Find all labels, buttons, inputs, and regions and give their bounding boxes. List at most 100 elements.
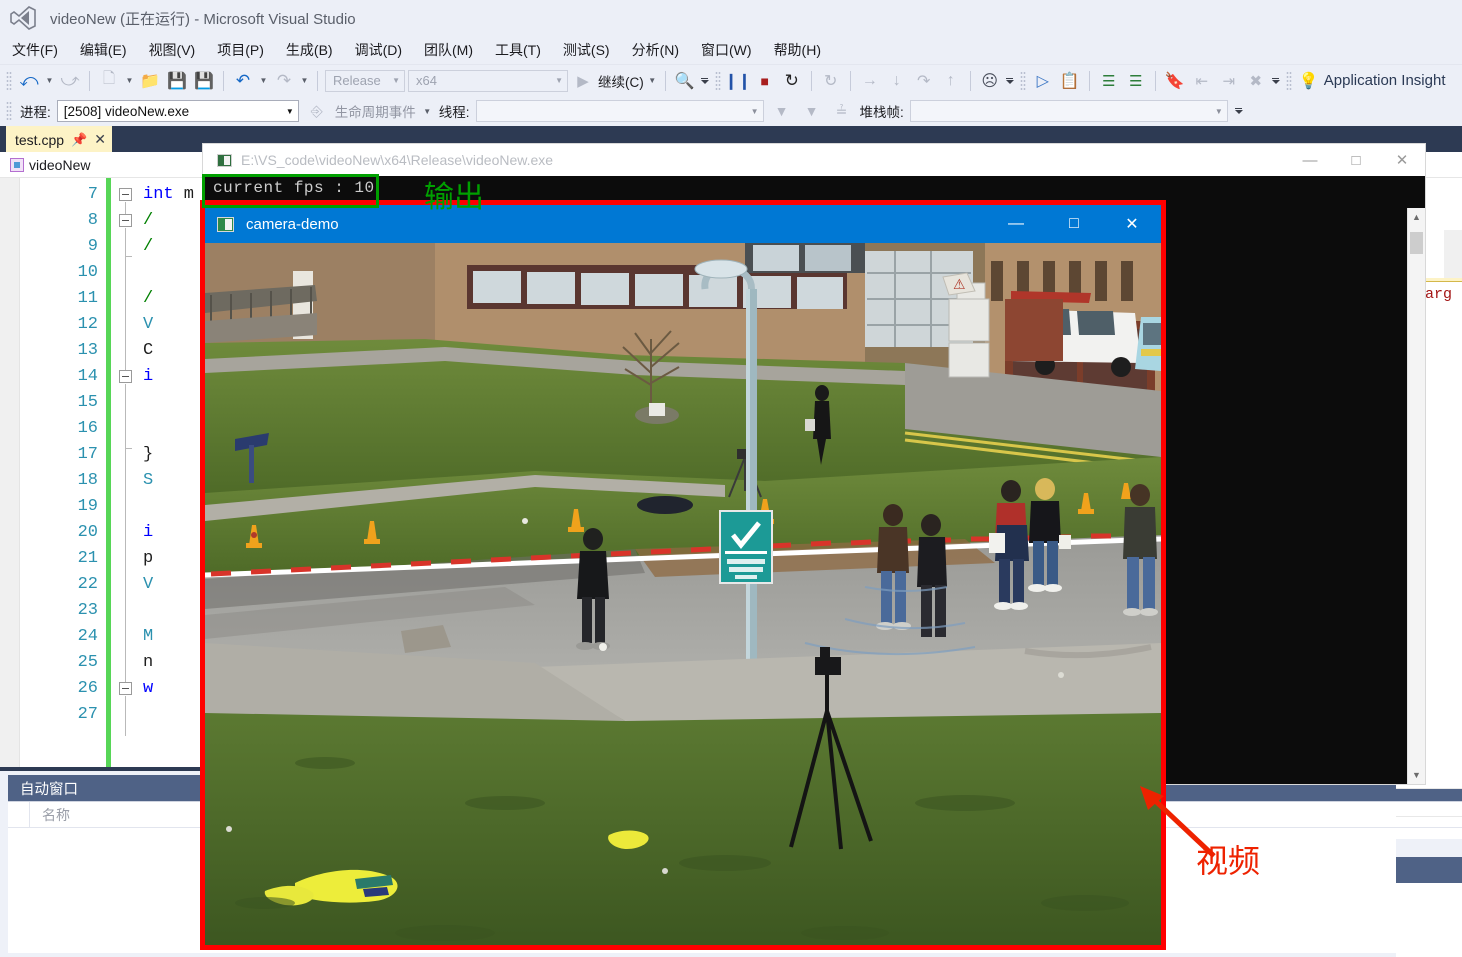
open-file-icon[interactable]: 📁 — [138, 69, 162, 93]
application-insights-label[interactable]: Application Insight — [1324, 72, 1446, 89]
minimize-icon[interactable]: — — [1287, 144, 1333, 176]
solution-configuration-combo[interactable]: Release ▼ — [325, 69, 405, 92]
menu-item-view[interactable]: 视图(V) — [149, 40, 196, 60]
breakpoints-icon[interactable]: ☹ — [978, 69, 1002, 93]
start-debug-icon[interactable]: ▶ — [571, 69, 595, 93]
toolbar-separator — [969, 70, 971, 91]
navigate-back-dropdown-icon[interactable]: ▼ — [44, 76, 55, 85]
thread-combo[interactable]: ▼ — [475, 100, 764, 122]
lifecycle-dropdown-icon[interactable]: ▼ — [422, 107, 433, 116]
close-icon[interactable]: ✕ — [94, 131, 106, 148]
copy-icon[interactable]: 📋 — [1058, 69, 1082, 93]
refresh-icon: ↻ — [824, 72, 838, 90]
thread-label: 线程: — [438, 105, 470, 120]
minimize-icon[interactable]: — — [987, 205, 1045, 243]
bookmark-icon[interactable]: 🔖 — [1163, 69, 1187, 93]
menu-item-analyze[interactable]: 分析(N) — [632, 40, 679, 60]
new-item-icon[interactable]: 🗋 — [97, 69, 121, 93]
solution-platform-combo[interactable]: x64 ▼ — [408, 69, 568, 92]
toolbar-overflow-icon[interactable] — [1234, 99, 1244, 123]
tab-test-cpp[interactable]: test.cpp 📌 ✕ — [6, 126, 112, 152]
menu-item-file[interactable]: 文件(F) — [12, 40, 58, 60]
undo-icon[interactable]: ↶ — [231, 69, 255, 93]
autos-expander-column — [8, 802, 30, 827]
stackframe-combo[interactable]: ▼ — [909, 100, 1228, 122]
close-icon[interactable]: ✕ — [1103, 205, 1161, 243]
camera-window-controls[interactable]: — □ ✕ — [987, 205, 1161, 243]
maximize-icon[interactable]: □ — [1045, 205, 1103, 243]
stop-icon[interactable]: ■ — [753, 69, 777, 93]
fold-toggle-icon[interactable] — [119, 682, 132, 695]
continue-button-label[interactable]: 继续(C) — [598, 71, 644, 91]
fold-toggle-icon[interactable] — [119, 370, 132, 383]
menu-item-project[interactable]: 项目(P) — [217, 40, 264, 60]
chevron-down-icon: ▼ — [750, 106, 759, 116]
step-up-icon: ↑ — [946, 71, 955, 89]
toolbar-overflow-icon[interactable] — [700, 69, 710, 93]
camera-video-viewport[interactable]: ⚠ — [205, 243, 1161, 945]
scrollbar-thumb[interactable] — [1410, 232, 1423, 254]
menu-item-debug[interactable]: 调试(D) — [355, 40, 402, 60]
undo-dropdown-icon[interactable]: ▼ — [258, 76, 269, 85]
redo-dropdown-icon[interactable]: ▼ — [299, 76, 310, 85]
menu-item-edit[interactable]: 编辑(E) — [80, 40, 127, 60]
clear-bookmarks-icon: ✖ — [1249, 72, 1263, 90]
toolbar-overflow-icon[interactable] — [1005, 69, 1015, 93]
process-combo[interactable]: [2508] videoNew.exe ▼ — [56, 100, 299, 122]
vs-menu-bar[interactable]: 文件(F) 编辑(E) 视图(V) 项目(P) 生成(B) 调试(D) 团队(M… — [0, 36, 1462, 64]
toolbar-grip[interactable] — [1285, 70, 1292, 91]
toolbar-grip[interactable] — [6, 101, 12, 121]
save-icon[interactable]: 💾 — [165, 69, 189, 93]
continue-dropdown-icon[interactable]: ▼ — [647, 76, 658, 85]
menu-item-build[interactable]: 生成(B) — [286, 40, 333, 60]
menu-item-help[interactable]: 帮助(H) — [774, 40, 821, 60]
save-all-icon[interactable]: 💾 — [192, 69, 216, 93]
line-number: 23 — [77, 601, 98, 620]
menu-item-test[interactable]: 测试(S) — [563, 40, 610, 60]
indent-icon[interactable]: ☰ — [1097, 69, 1121, 93]
toolbar-separator — [810, 70, 812, 91]
maximize-icon[interactable]: □ — [1333, 144, 1379, 176]
application-insights-icon[interactable]: 💡 — [1297, 69, 1321, 93]
vs-debug-location-toolbar[interactable]: 进程: [2508] videoNew.exe ▼ ⎆ 生命周期事件 ▼ 线程:… — [0, 96, 1462, 126]
hot-reload-icon[interactable]: 🔍 — [673, 69, 697, 93]
filter-icon: ▼ — [774, 103, 789, 119]
scroll-up-icon[interactable]: ▲ — [1408, 208, 1425, 226]
vs-standard-toolbar[interactable]: ⤺ ▼ ⤻ 🗋 ▼ 📁 💾 💾 ↶ ▼ ↷ ▼ Release ▼ x64 ▼ … — [0, 64, 1462, 96]
restart-icon[interactable]: ↻ — [780, 69, 804, 93]
menu-item-tools[interactable]: 工具(T) — [495, 40, 541, 60]
toolbar-grip[interactable] — [6, 70, 12, 91]
camera-demo-window[interactable]: camera-demo — □ ✕ ⚠ — [200, 200, 1166, 950]
line-number: 14 — [77, 367, 98, 386]
console-title-bar[interactable]: E:\VS_code\videoNew\x64\Release\videoNew… — [203, 144, 1425, 176]
toolbar-grip[interactable] — [714, 70, 721, 91]
lifecycle-events-label[interactable]: 生命周期事件 — [335, 101, 416, 121]
console-window-path: E:\VS_code\videoNew\x64\Release\videoNew… — [241, 152, 554, 168]
console-window-controls[interactable]: — □ ✕ — [1287, 144, 1425, 176]
new-item-dropdown-icon[interactable]: ▼ — [124, 76, 135, 85]
previous-bookmark-icon: ⇤ — [1195, 72, 1209, 90]
toolbar-grip[interactable] — [1019, 70, 1026, 91]
line-number: 10 — [77, 263, 98, 282]
navbar-namespace-label: videoNew — [29, 156, 91, 173]
line-number: 8 — [87, 211, 98, 230]
navbar-namespace[interactable]: videoNew — [0, 157, 90, 173]
camera-title-bar[interactable]: camera-demo — □ ✕ — [205, 205, 1161, 243]
outdent-icon[interactable]: ☰ — [1124, 69, 1148, 93]
toolbar-separator — [1088, 70, 1090, 91]
navigate-forward-icon: ⤻ — [60, 70, 80, 90]
chevron-down-icon: ▼ — [1214, 106, 1223, 116]
select-element-icon[interactable]: ▷ — [1031, 69, 1055, 93]
toolbar-overflow-icon[interactable] — [1271, 69, 1281, 93]
scroll-down-icon[interactable]: ▼ — [1408, 766, 1425, 784]
fold-toggle-icon[interactable] — [119, 188, 132, 201]
fold-toggle-icon[interactable] — [119, 214, 132, 227]
navigate-back-icon[interactable]: ⤺ — [17, 69, 41, 93]
pin-icon[interactable]: 📌 — [71, 132, 87, 148]
menu-item-team[interactable]: 团队(M) — [424, 40, 473, 60]
close-icon[interactable]: ✕ — [1379, 144, 1425, 176]
console-vertical-scrollbar[interactable]: ▲ ▼ — [1407, 208, 1425, 784]
pause-icon[interactable]: ❙❙ — [724, 69, 751, 93]
menu-item-window[interactable]: 窗口(W) — [701, 40, 752, 60]
stackframe-label: 堆栈帧: — [859, 105, 904, 120]
